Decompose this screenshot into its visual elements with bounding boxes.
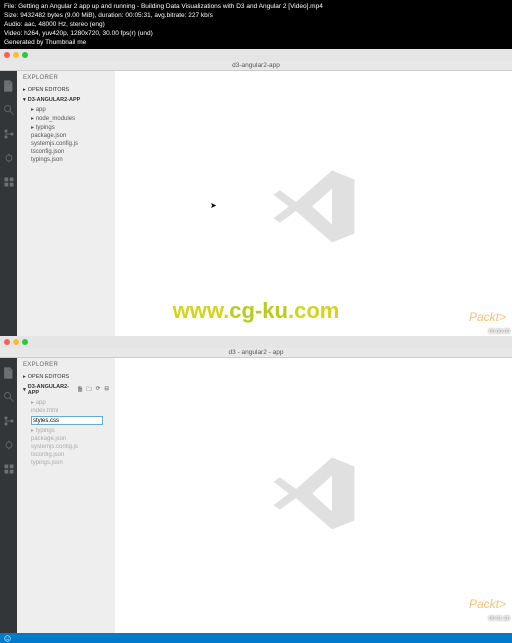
tree-item[interactable]: systemjs.config.js bbox=[17, 443, 115, 451]
collapse-icon[interactable]: ⊟ bbox=[104, 386, 109, 395]
section-label: D3-ANGULAR2-APP bbox=[28, 97, 81, 103]
open-editors-section[interactable]: ▸OPEN EDITORS bbox=[17, 372, 115, 382]
tree-item[interactable]: package.json bbox=[17, 435, 115, 443]
chevron-down-icon: ▾ bbox=[23, 387, 26, 393]
vscode-logo bbox=[269, 448, 359, 543]
packt-logo: Packt> bbox=[469, 597, 506, 611]
vscode-logo bbox=[269, 161, 359, 256]
new-file-input-row bbox=[17, 415, 115, 426]
file-label: typings.json bbox=[31, 157, 63, 163]
tree-item[interactable]: ▸ typings bbox=[17, 123, 115, 132]
minimize-icon[interactable] bbox=[13, 339, 19, 345]
status-bar bbox=[0, 633, 512, 643]
project-section[interactable]: ▾D3-ANGULAR2-APP bbox=[17, 95, 115, 105]
terminal-line: Audio: aac, 48000 Hz, stereo (eng) bbox=[4, 20, 508, 29]
section-label: OPEN EDITORS bbox=[28, 374, 69, 380]
terminal-line: Size: 9432482 bytes (9.00 MiB), duration… bbox=[4, 11, 508, 20]
terminal-line: Video: h264, yuv420p, 1280x720, 30.00 fp… bbox=[4, 29, 508, 38]
file-label: systemjs.config.js bbox=[31, 444, 78, 450]
window-title: d3-angular2-app bbox=[0, 61, 512, 71]
close-icon[interactable] bbox=[4, 339, 10, 345]
timestamp: 00:00:09 bbox=[489, 329, 510, 335]
section-toolbar: 🗎 🗀 ⟳ ⊟ bbox=[78, 386, 109, 395]
source-control-icon[interactable] bbox=[3, 127, 15, 139]
editor-area bbox=[115, 358, 512, 633]
file-label: package.json bbox=[31, 436, 66, 442]
tree-item[interactable]: index.html bbox=[17, 407, 115, 415]
explorer-label: EXPLORER bbox=[17, 71, 115, 85]
chevron-right-icon: ▸ bbox=[23, 374, 26, 380]
search-icon[interactable] bbox=[3, 390, 15, 402]
maximize-icon[interactable] bbox=[22, 339, 28, 345]
video-thumbnail-2: d3 - angular2 - app EXPLORER ▸OPEN EDITO… bbox=[0, 336, 512, 623]
file-label: systemjs.config.js bbox=[31, 141, 78, 147]
search-icon[interactable] bbox=[3, 103, 15, 115]
editor-area: ➤ bbox=[115, 71, 512, 346]
extensions-icon[interactable] bbox=[3, 462, 15, 474]
file-label: typings bbox=[36, 125, 55, 131]
tree-item[interactable]: typings.json bbox=[17, 156, 115, 164]
timestamp: 00:01:26 bbox=[489, 616, 510, 622]
files-icon[interactable] bbox=[3, 79, 15, 91]
tree-item[interactable]: ▸ app bbox=[17, 105, 115, 114]
tree-item[interactable]: tsconfig.json bbox=[17, 148, 115, 156]
source-control-icon[interactable] bbox=[3, 414, 15, 426]
project-section[interactable]: ▾D3-ANGULAR2-APP 🗎 🗀 ⟳ ⊟ bbox=[17, 382, 115, 398]
window-controls bbox=[0, 49, 512, 61]
files-icon[interactable] bbox=[3, 366, 15, 378]
file-label: app bbox=[36, 107, 46, 113]
file-label: tsconfig.json bbox=[31, 452, 64, 458]
file-label: typings.json bbox=[31, 460, 63, 466]
chevron-right-icon: ▸ bbox=[23, 87, 26, 93]
tree-item[interactable]: typings.json bbox=[17, 459, 115, 467]
tree-item[interactable]: ▸ typings bbox=[17, 426, 115, 435]
sidebar: EXPLORER ▸OPEN EDITORS ▾D3-ANGULAR2-APP … bbox=[17, 71, 115, 346]
file-label: app bbox=[36, 400, 46, 406]
file-label: index.html bbox=[31, 408, 58, 414]
tree-item[interactable]: tsconfig.json bbox=[17, 451, 115, 459]
tree-item[interactable]: package.json bbox=[17, 132, 115, 140]
debug-icon[interactable] bbox=[3, 151, 15, 163]
maximize-icon[interactable] bbox=[22, 52, 28, 58]
tree-item[interactable]: systemjs.config.js bbox=[17, 140, 115, 148]
section-label: OPEN EDITORS bbox=[28, 87, 69, 93]
terminal-output: File: Getting an Angular 2 app up and ru… bbox=[0, 0, 512, 49]
packt-logo: Packt> bbox=[469, 310, 506, 324]
minimize-icon[interactable] bbox=[13, 52, 19, 58]
terminal-line: File: Getting an Angular 2 app up and ru… bbox=[4, 2, 508, 11]
file-label: package.json bbox=[31, 133, 66, 139]
open-editors-section[interactable]: ▸OPEN EDITORS bbox=[17, 85, 115, 95]
section-label: D3-ANGULAR2-APP bbox=[28, 384, 76, 396]
chevron-down-icon: ▾ bbox=[23, 97, 26, 103]
extensions-icon[interactable] bbox=[3, 175, 15, 187]
tree-item[interactable]: ▸ app bbox=[17, 398, 115, 407]
close-icon[interactable] bbox=[4, 52, 10, 58]
terminal-line: Generated by Thumbnail me bbox=[4, 38, 508, 47]
tree-item[interactable]: ▸ node_modules bbox=[17, 114, 115, 123]
video-thumbnail-1: d3-angular2-app EXPLORER ▸OPEN EDITORS ▾… bbox=[0, 49, 512, 336]
file-label: node_modules bbox=[36, 116, 75, 122]
file-label: tsconfig.json bbox=[31, 149, 64, 155]
new-file-icon[interactable]: 🗎 bbox=[78, 386, 82, 395]
smile-icon[interactable] bbox=[4, 635, 11, 642]
explorer-label: EXPLORER bbox=[17, 358, 115, 372]
refresh-icon[interactable]: ⟳ bbox=[96, 386, 101, 395]
new-folder-icon[interactable]: 🗀 bbox=[86, 386, 92, 395]
sidebar: EXPLORER ▸OPEN EDITORS ▾D3-ANGULAR2-APP … bbox=[17, 358, 115, 633]
debug-icon[interactable] bbox=[3, 438, 15, 450]
file-label: typings bbox=[36, 428, 55, 434]
activity-bar bbox=[0, 71, 17, 346]
mouse-cursor: ➤ bbox=[210, 201, 217, 210]
activity-bar bbox=[0, 358, 17, 633]
window-controls bbox=[0, 336, 512, 348]
new-file-input[interactable] bbox=[31, 416, 103, 425]
window-title: d3 - angular2 - app bbox=[0, 348, 512, 358]
